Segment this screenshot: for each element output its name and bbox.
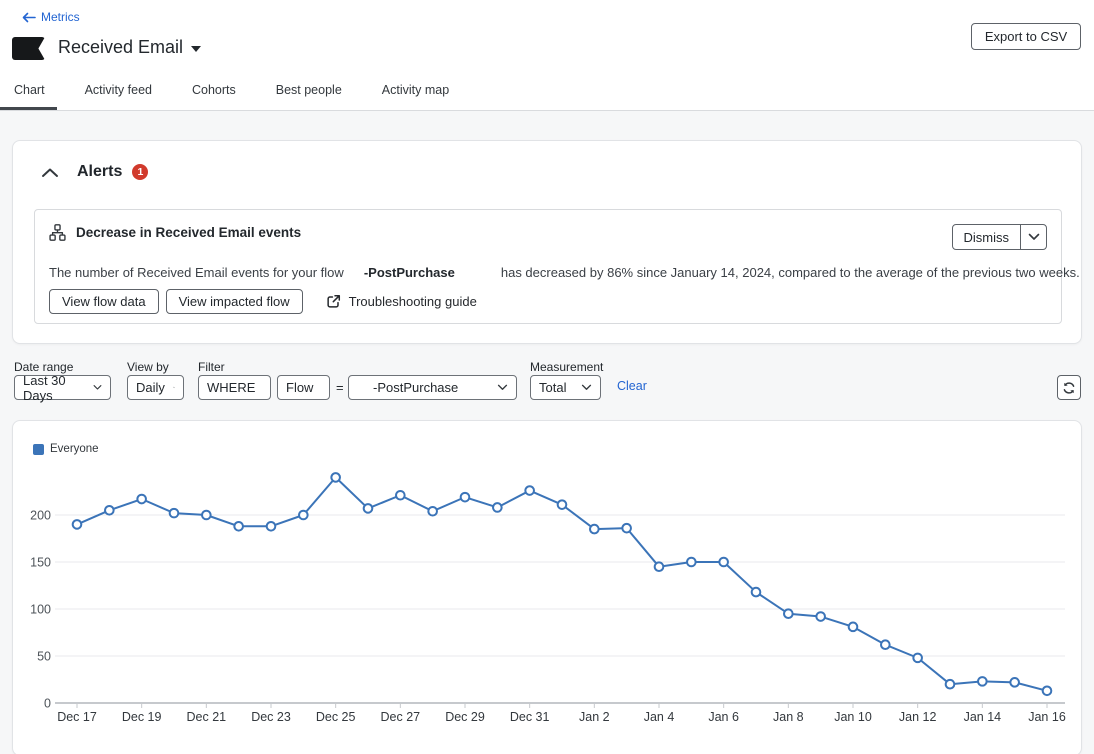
tab-chart[interactable]: Chart <box>14 83 45 107</box>
clear-filters-button[interactable]: Clear <box>617 379 647 393</box>
alerts-heading: Alerts <box>77 163 122 181</box>
view-by-label: View by <box>127 360 169 374</box>
back-arrow-icon <box>22 12 36 23</box>
metrics-page: Metrics Received Email Export to CSV Cha… <box>0 0 1094 754</box>
tab-cohorts[interactable]: Cohorts <box>192 83 236 107</box>
chevron-down-icon <box>497 384 508 391</box>
svg-text:Dec 23: Dec 23 <box>251 710 291 724</box>
legend-swatch <box>33 444 44 455</box>
svg-text:Jan 10: Jan 10 <box>834 710 872 724</box>
alert-item: Decrease in Received Email events Dismis… <box>34 209 1062 324</box>
svg-text:Jan 14: Jan 14 <box>964 710 1002 724</box>
chevron-down-icon <box>581 384 592 391</box>
filter-value-select[interactable]: -PostPurchase <box>348 375 517 400</box>
filter-field-value: Flow <box>286 380 313 395</box>
filter-value: -PostPurchase <box>373 380 458 395</box>
view-by-select[interactable]: Daily <box>127 375 184 400</box>
svg-text:Jan 16: Jan 16 <box>1028 710 1066 724</box>
page-title-text: Received Email <box>58 37 183 58</box>
refresh-button[interactable] <box>1057 375 1081 400</box>
view-impacted-flow-button[interactable]: View impacted flow <box>166 289 303 314</box>
filter-where-select[interactable]: WHERE <box>198 375 271 400</box>
measurement-value: Total <box>539 380 566 395</box>
dismiss-dropdown-button[interactable] <box>1020 225 1046 249</box>
chevron-down-icon <box>1028 233 1040 241</box>
export-to-csv-button[interactable]: Export to CSV <box>971 23 1081 50</box>
svg-text:Jan 8: Jan 8 <box>773 710 804 724</box>
svg-text:Jan 6: Jan 6 <box>708 710 739 724</box>
svg-text:200: 200 <box>30 509 51 523</box>
alert-flow-name: -PostPurchase <box>364 265 455 280</box>
page-title[interactable]: Received Email <box>58 37 201 58</box>
svg-text:Dec 29: Dec 29 <box>445 710 485 724</box>
svg-text:Dec 27: Dec 27 <box>381 710 421 724</box>
alert-body-suffix: has decreased by 86% since January 14, 2… <box>501 265 1080 280</box>
chart-legend[interactable]: Everyone <box>33 443 99 455</box>
dismiss-button[interactable]: Dismiss <box>953 225 1021 249</box>
filter-where-value: WHERE <box>207 380 255 395</box>
line-chart-svg[interactable]: 0 50 100 150 200 Dec 17 Dec 19 Dec 21 Dec 23 Dec … <box>12 455 1082 753</box>
measurement-label: Measurement <box>530 360 603 374</box>
chevron-down-icon <box>173 384 175 391</box>
alerts-count-badge: 1 <box>132 164 148 180</box>
back-to-metrics-link[interactable]: Metrics <box>22 10 80 24</box>
svg-text:0: 0 <box>44 697 51 711</box>
chevron-up-icon <box>41 167 59 178</box>
refresh-icon <box>1062 381 1076 395</box>
view-by-value: Daily <box>136 380 165 395</box>
metric-logo-icon <box>12 37 45 60</box>
flow-icon <box>49 224 66 241</box>
svg-text:Dec 25: Dec 25 <box>316 710 356 724</box>
alert-title: Decrease in Received Email events <box>76 225 301 240</box>
svg-text:50: 50 <box>37 650 51 664</box>
alert-body-prefix: The number of Received Email events for … <box>49 265 344 280</box>
external-link-icon <box>326 294 341 309</box>
filter-operator: = <box>336 380 344 395</box>
alerts-card: Alerts 1 Decrease in Received Email even… <box>12 140 1082 344</box>
svg-text:Dec 17: Dec 17 <box>57 710 97 724</box>
troubleshooting-guide-link[interactable]: Troubleshooting guide <box>326 294 477 309</box>
chevron-down-icon <box>93 384 102 391</box>
svg-text:150: 150 <box>30 556 51 570</box>
date-range-value: Last 30 Days <box>23 373 85 403</box>
svg-text:Dec 31: Dec 31 <box>510 710 550 724</box>
svg-text:Jan 4: Jan 4 <box>644 710 675 724</box>
svg-text:Jan 12: Jan 12 <box>899 710 937 724</box>
tab-activity-feed[interactable]: Activity feed <box>85 83 152 107</box>
date-range-select[interactable]: Last 30 Days <box>14 375 111 400</box>
troubleshooting-guide-label: Troubleshooting guide <box>349 294 477 309</box>
svg-text:Dec 21: Dec 21 <box>187 710 227 724</box>
tab-activity-map[interactable]: Activity map <box>382 83 449 107</box>
tab-bar: Chart Activity feed Cohorts Best people … <box>14 83 449 107</box>
tab-best-people[interactable]: Best people <box>276 83 342 107</box>
measurement-select[interactable]: Total <box>530 375 601 400</box>
svg-text:100: 100 <box>30 603 51 617</box>
legend-label: Everyone <box>50 443 99 455</box>
svg-text:Jan 2: Jan 2 <box>579 710 610 724</box>
filter-label: Filter <box>198 360 225 374</box>
back-link-label: Metrics <box>41 10 80 24</box>
dismiss-button-group: Dismiss <box>952 224 1048 250</box>
alerts-collapse-button[interactable] <box>41 167 59 178</box>
filter-field-select[interactable]: Flow <box>277 375 330 400</box>
title-caret-icon <box>191 46 201 52</box>
svg-text:Dec 19: Dec 19 <box>122 710 162 724</box>
view-flow-data-button[interactable]: View flow data <box>49 289 159 314</box>
alert-body-text: The number of Received Email events for … <box>49 265 1080 280</box>
